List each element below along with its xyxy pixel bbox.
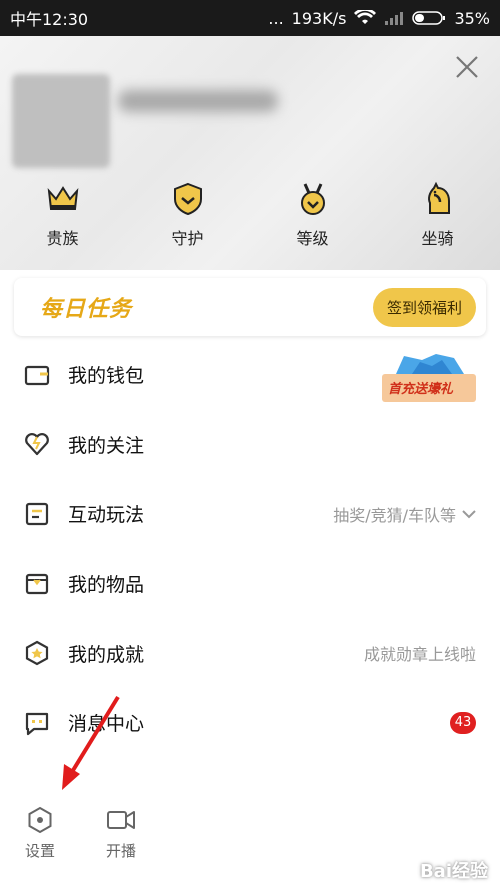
menu-item-follow[interactable]: 我的关注 <box>0 410 500 480</box>
wifi-icon <box>354 10 377 24</box>
star-badge-icon <box>24 640 50 666</box>
interactive-hint: 抽奖/竞猜/车队等 <box>333 502 476 526</box>
username <box>118 90 278 112</box>
perk-label: 贵族 <box>46 229 79 248</box>
menu-label: 消息中心 <box>68 713 145 736</box>
network-speed: 193K/s <box>291 8 347 28</box>
battery-percent: 35% <box>454 8 490 28</box>
settings-icon <box>28 806 52 834</box>
profile-header: 贵族 守护 等级 坐骑 <box>0 36 500 270</box>
perk-label: 守护 <box>171 229 204 248</box>
achievement-hint: 成就勋章上线啦 <box>363 645 476 665</box>
wallet-icon <box>24 362 50 388</box>
menu-item-achievement[interactable]: 我的成就 成就勋章上线啦 <box>0 618 500 688</box>
perk-label: 坐骑 <box>421 229 454 248</box>
daily-task-title: 每日任务 <box>40 297 133 322</box>
list-icon <box>24 501 50 527</box>
avatar[interactable] <box>12 74 110 168</box>
menu-label: 我的成就 <box>68 643 145 666</box>
status-right: ... 193K/s 35% <box>268 9 490 28</box>
menu-item-items[interactable]: 我的物品 <box>0 549 500 619</box>
heart-icon <box>24 431 50 457</box>
close-icon[interactable] <box>454 54 480 80</box>
daily-task-card[interactable]: 每日任务 签到领福利 <box>14 278 486 336</box>
status-dots: ... <box>268 8 284 28</box>
promo-text: 首充送壕礼 <box>388 382 454 397</box>
box-icon <box>24 571 50 597</box>
settings-label: 设置 <box>24 842 55 860</box>
crown-icon <box>47 186 78 210</box>
message-icon <box>24 710 50 736</box>
perk-label: 等级 <box>296 229 329 248</box>
menu-item-interactive[interactable]: 互动玩法 抽奖/竞猜/车队等 <box>0 479 500 549</box>
first-recharge-promo[interactable]: 首充送壕礼 <box>382 352 476 402</box>
status-bar: 中午12:30 ... 193K/s 35% <box>0 0 500 36</box>
perk-mount[interactable]: 坐骑 <box>393 181 483 249</box>
broadcast-tab[interactable]: 开播 <box>91 806 151 861</box>
sign-in-button[interactable]: 签到领福利 <box>372 287 476 327</box>
status-time: 中午12:30 <box>10 10 89 29</box>
shield-icon <box>173 182 202 216</box>
menu-item-wallet[interactable]: 我的钱包 首充送壕礼 <box>0 340 500 410</box>
menu-label: 互动玩法 <box>68 504 145 527</box>
watermark: Bai经验 <box>419 861 488 882</box>
battery-icon <box>412 11 446 25</box>
horse-icon <box>427 181 450 214</box>
menu-label: 我的物品 <box>68 574 145 597</box>
menu-label: 我的关注 <box>68 434 145 457</box>
menu-label: 我的钱包 <box>68 365 145 388</box>
signal-icon <box>385 12 404 25</box>
broadcast-label: 开播 <box>105 842 136 860</box>
perk-guard[interactable]: 守护 <box>143 181 233 249</box>
chevron-down-icon <box>462 510 476 519</box>
perk-nobility[interactable]: 贵族 <box>18 181 108 249</box>
medal-icon <box>300 183 325 215</box>
menu-item-messages[interactable]: 消息中心 43 <box>0 688 500 758</box>
perk-bar: 贵族 守护 等级 坐骑 <box>0 181 500 249</box>
unread-badge: 43 <box>450 711 476 734</box>
perk-level[interactable]: 等级 <box>268 181 358 249</box>
camera-icon <box>107 811 135 829</box>
menu-list: 我的钱包 首充送壕礼 我的关注 互动玩法 抽奖/竞猜/车队等 我的物品 我的成就… <box>0 340 500 758</box>
settings-tab[interactable]: 设置 <box>10 806 70 861</box>
hint-text: 抽奖/竞猜/车队等 <box>333 505 456 525</box>
